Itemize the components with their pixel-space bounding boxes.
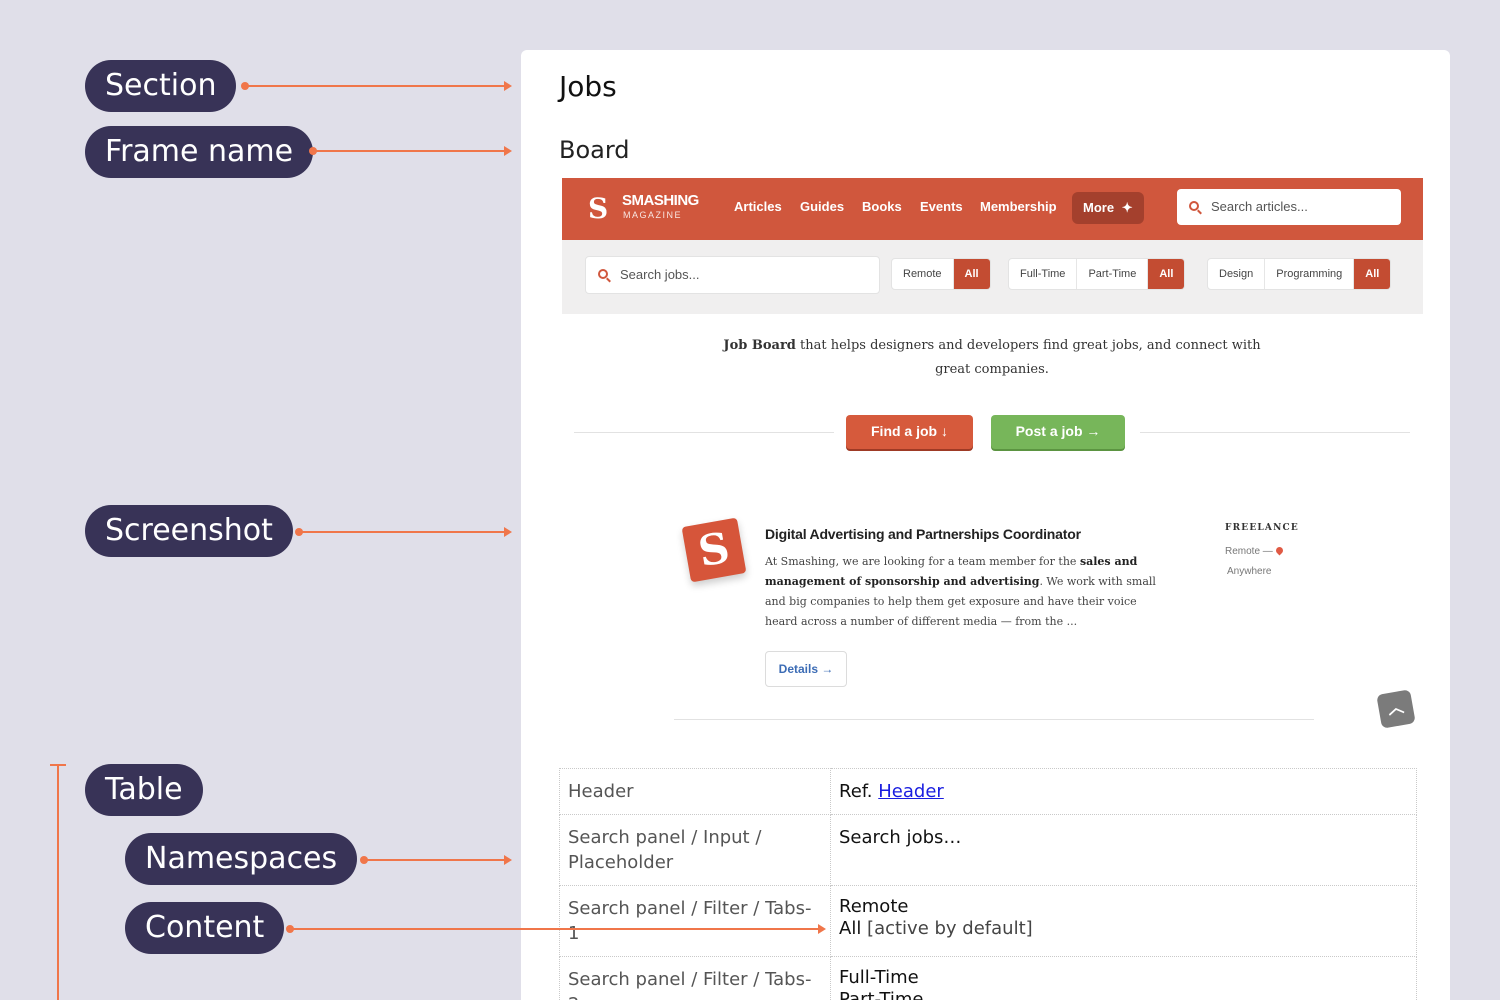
ref-prefix: Ref. [839,781,879,802]
filter-programming[interactable]: Programming [1265,259,1355,289]
screenshot-annotation: Screenshot [85,505,293,557]
table-row: Search panel / Filter / Tabs-1 Remote All… [559,885,1417,957]
divider-left [574,432,834,433]
job-title[interactable]: Digital Advertising and Partnerships Coo… [765,526,1081,542]
content-table: Header Ref. Header Search panel / Input … [559,768,1417,1000]
content-line: Remote [839,896,909,917]
content-line: All [839,918,862,939]
intro-bold: Job Board [723,338,796,353]
table-row: Search panel / Filter / Tabs-2 Full-Time… [559,956,1417,1000]
frame-name-arrow [309,146,512,156]
logo-subtitle: MAGAZINE [623,210,683,220]
job-type: FREELANCE [1225,523,1299,533]
screenshot-frame: S SMASHING MAGAZINE Articles Guides Book… [562,178,1423,738]
filter-type-all[interactable]: All [1148,259,1185,289]
documentation-card: Jobs Board S SMASHING MAGAZINE Articles … [521,50,1450,1000]
intro-text: that helps designers and developers find… [800,338,1261,377]
content-cell: Ref. Header [830,768,1417,815]
job-description: At Smashing, we are looking for a team m… [765,552,1165,632]
section-arrow [241,81,512,91]
post-job-button[interactable]: Post a job → [991,415,1125,449]
namespaces-arrow [360,855,512,865]
job-divider [674,719,1314,720]
content-cell: Full-Time Part-Time [830,956,1417,1000]
namespace-cell: Search panel / Filter / Tabs-1 [559,885,831,957]
namespace-cell: Search panel / Filter / Tabs-2 [559,956,831,1000]
namespace-cell: Header [559,768,831,815]
nav-guides[interactable]: Guides [800,199,844,214]
job-search-placeholder: Search jobs... [620,267,700,282]
scroll-to-top-icon[interactable]: ︿ [1376,689,1416,729]
location-pin-icon [1274,545,1285,556]
nav-books[interactable]: Books [862,199,902,214]
screenshot-arrow [295,527,512,537]
smashing-logo-icon: S [588,192,609,225]
nav-events[interactable]: Events [920,199,963,214]
board-intro: Job Board that helps designers and devel… [712,334,1272,382]
filter-tabs-2: Full-Time Part-Time All [1008,258,1186,290]
filter-part-time[interactable]: Part-Time [1077,259,1149,289]
details-button[interactable]: Details → [765,651,847,687]
frame-name-annotation: Frame name [85,126,314,178]
namespaces-annotation: Namespaces [125,833,358,885]
table-annotation: Table [85,764,203,816]
content-line: Part-Time [839,989,924,1000]
more-label: More [1083,200,1115,215]
content-annotation: Content [125,902,285,954]
filter-remote-all[interactable]: All [953,259,990,289]
job-location: Remote — Anywhere [1225,542,1285,582]
cat-icon: ✦ [1121,200,1133,215]
job-location-line1: Remote — [1225,546,1273,557]
nav-articles[interactable]: Articles [734,199,782,214]
divider-right [1140,432,1410,433]
filter-full-time[interactable]: Full-Time [1009,259,1078,289]
filter-remote[interactable]: Remote [892,259,954,289]
job-search-input[interactable]: Search jobs... [585,256,880,294]
header-link[interactable]: Header [878,781,944,802]
section-annotation: Section [85,60,237,112]
frame-title: Board [559,136,630,164]
namespace-cell: Search panel / Input / Placeholder [559,814,831,886]
table-row: Header Ref. Header [559,768,1417,815]
content-note: [active by default] [861,918,1033,939]
table-row: Search panel / Input / Placeholder Searc… [559,814,1417,886]
more-button[interactable]: More ✦ [1072,192,1144,224]
job-location-line2: Anywhere [1227,566,1272,577]
find-job-button[interactable]: Find a job ↓ [846,415,973,449]
content-cell: Search jobs… [830,814,1417,886]
content-arrow [286,924,826,934]
company-logo-icon: S [681,517,747,583]
nav-membership[interactable]: Membership [980,199,1057,214]
search-icon [1189,201,1199,211]
filter-tabs-3: Design Programming All [1207,258,1392,290]
article-search-placeholder: Search articles... [1211,199,1308,214]
logo-wordmark: SMASHING [622,192,699,209]
filter-tabs-1: Remote All [891,258,991,290]
job-desc-part-1: At Smashing, we are looking for a team m… [765,555,1080,568]
filter-design[interactable]: Design [1208,259,1266,289]
table-bracket-line [57,764,59,1000]
content-cell: Remote All [active by default] [830,885,1417,957]
search-icon [598,269,608,279]
search-panel: Search jobs... Remote All Full-Time Part… [562,240,1423,314]
filter-category-all[interactable]: All [1354,259,1391,289]
content-line: Full-Time [839,967,919,988]
article-search-input[interactable]: Search articles... [1177,189,1401,225]
site-header: S SMASHING MAGAZINE Articles Guides Book… [562,178,1423,240]
section-title: Jobs [559,70,617,103]
